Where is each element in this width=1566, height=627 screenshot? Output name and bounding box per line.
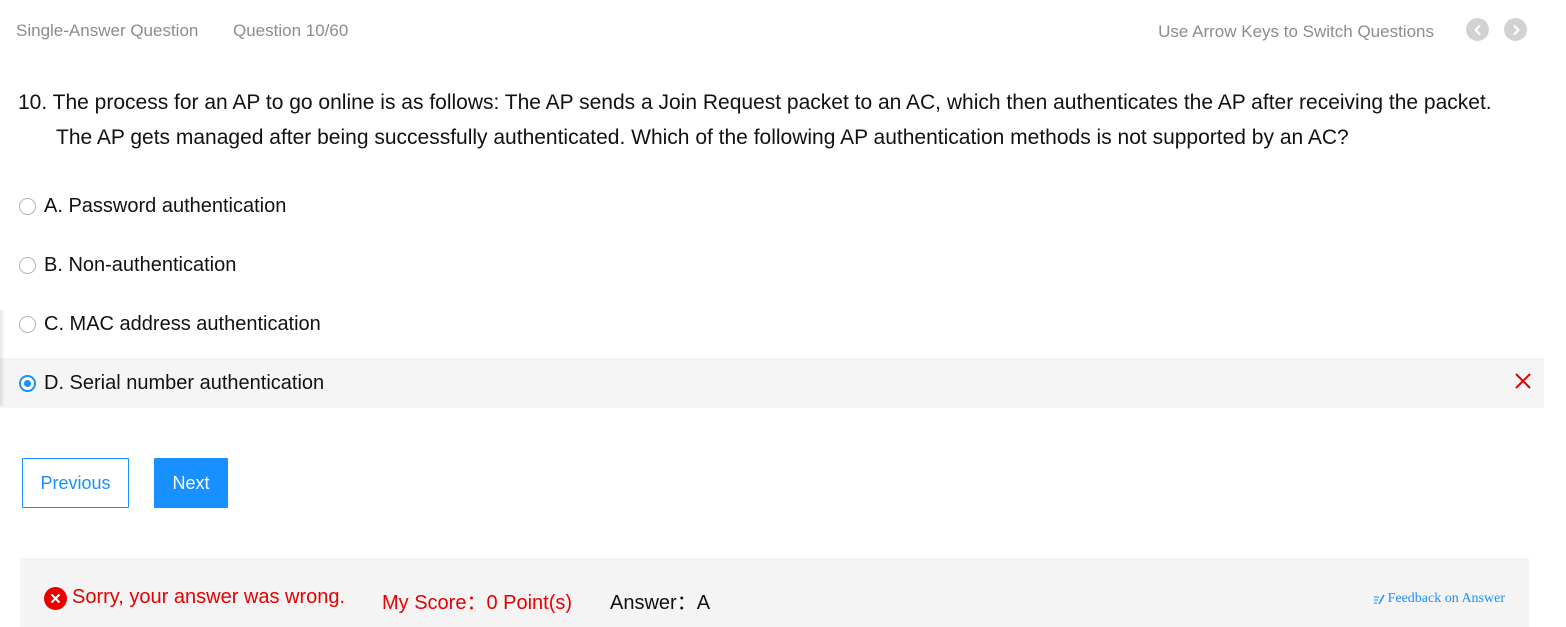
radio-button[interactable] xyxy=(19,256,36,274)
score-text: My Score：0 Point(s) xyxy=(382,592,573,614)
question-counter: Question 10/60 xyxy=(233,21,349,40)
edge-shadow xyxy=(0,310,5,406)
chevron-right-icon xyxy=(1513,24,1519,35)
close-icon xyxy=(1515,373,1531,389)
next-button[interactable]: Next xyxy=(154,458,228,508)
previous-button[interactable]: Previous xyxy=(22,458,129,508)
next-question-button[interactable] xyxy=(1504,18,1527,41)
edit-icon xyxy=(1373,594,1385,605)
option-c[interactable]: C. MAC address authentication xyxy=(0,299,1544,349)
question-type-label: Single-Answer Question xyxy=(16,21,199,40)
result-panel: Sorry, your answer was wrong. My Score：0… xyxy=(20,558,1529,627)
question-header: Single-Answer Question Question 10/60 Us… xyxy=(0,0,1566,62)
option-label: B. Non-authentication xyxy=(44,253,237,276)
correct-answer-text: Answer：A xyxy=(610,592,711,614)
feedback-label: Feedback on Answer xyxy=(1387,591,1505,606)
option-b[interactable]: B. Non-authentication xyxy=(0,240,1544,290)
radio-button-checked[interactable] xyxy=(19,374,36,392)
option-label: D. Serial number authentication xyxy=(44,371,325,394)
chevron-left-icon xyxy=(1474,24,1480,35)
feedback-link[interactable]: Feedback on Answer xyxy=(1373,591,1505,607)
error-circle-icon xyxy=(44,587,67,610)
question-text: 10. The process for an AP to go online i… xyxy=(18,91,1492,149)
option-label: C. MAC address authentication xyxy=(44,312,321,335)
radio-button[interactable] xyxy=(19,197,36,215)
option-label: A. Password authentication xyxy=(44,194,287,217)
arrow-keys-hint: Use Arrow Keys to Switch Questions xyxy=(1158,22,1434,41)
previous-question-button[interactable] xyxy=(1466,18,1489,41)
option-a[interactable]: A. Password authentication xyxy=(0,181,1544,231)
result-message: Sorry, your answer was wrong. xyxy=(72,586,346,608)
option-d[interactable]: D. Serial number authentication xyxy=(0,358,1544,408)
radio-button[interactable] xyxy=(19,315,36,333)
